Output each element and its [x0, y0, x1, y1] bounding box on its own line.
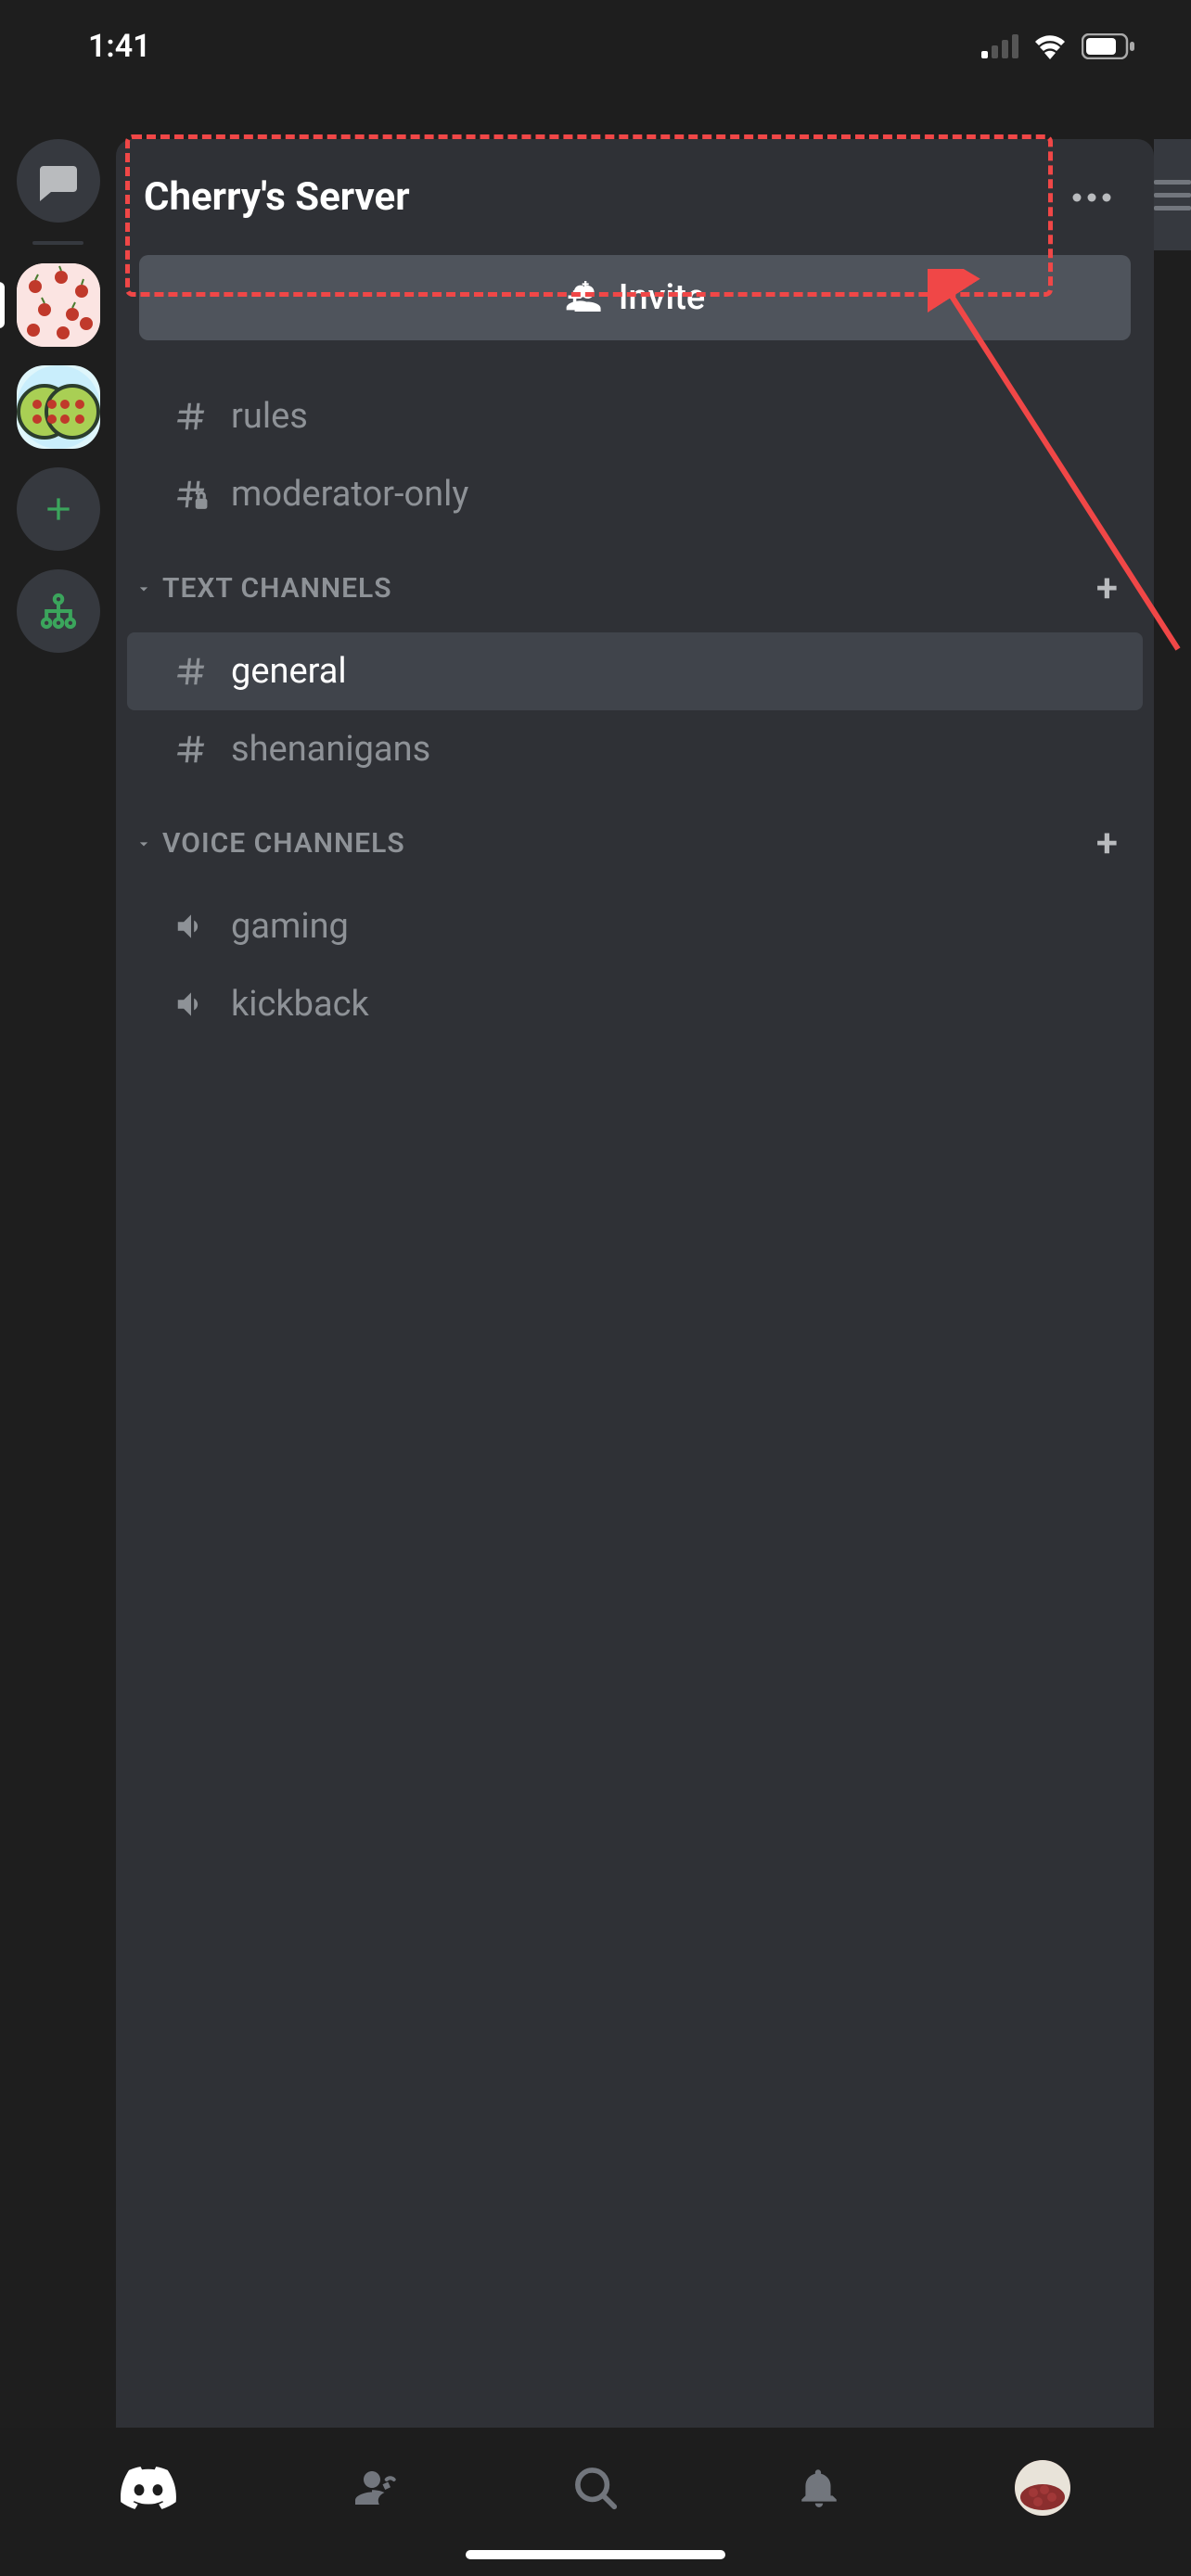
hash-icon — [172, 399, 211, 434]
wifi-icon — [1031, 33, 1069, 59]
channel-moderator-only[interactable]: moderator-only — [127, 455, 1143, 533]
hash-icon — [172, 654, 211, 689]
plus-icon — [40, 491, 77, 528]
home-indicator — [466, 2550, 725, 2559]
direct-messages-button[interactable] — [17, 139, 100, 223]
rail-separator — [32, 241, 83, 245]
channel-label: kickback — [231, 984, 1115, 1025]
invite-button[interactable]: Invite — [139, 255, 1131, 340]
server-rail — [0, 0, 116, 2428]
hub-tree-icon — [38, 591, 79, 631]
tab-search[interactable] — [554, 2446, 637, 2530]
category-text-channels[interactable]: TEXT CHANNELS + — [116, 533, 1154, 632]
speaker-icon — [172, 987, 211, 1022]
add-channel-button[interactable]: + — [1087, 561, 1128, 616]
selected-server-indicator — [0, 282, 5, 328]
search-icon — [570, 2463, 621, 2513]
tab-profile[interactable] — [1001, 2446, 1084, 2530]
channel-panel: Cherry's Server Invite — [116, 139, 1154, 2428]
add-server-button[interactable] — [17, 467, 100, 551]
chat-bubble-icon — [36, 159, 81, 203]
channel-label: gaming — [231, 906, 1115, 947]
status-time: 1:41 — [88, 28, 151, 65]
speaker-icon — [172, 909, 211, 944]
server-options-button[interactable] — [1071, 192, 1112, 203]
server-avatar-cherries[interactable] — [17, 263, 100, 347]
ellipsis-icon — [1071, 192, 1112, 203]
tab-home[interactable] — [107, 2446, 190, 2530]
channel-rules[interactable]: rules — [127, 377, 1143, 455]
profile-avatar — [1015, 2460, 1070, 2516]
student-hub-button[interactable] — [17, 569, 100, 653]
chevron-down-icon — [134, 580, 153, 598]
tab-friends[interactable] — [330, 2446, 414, 2530]
channel-label: moderator-only — [231, 474, 1115, 515]
friends-wave-icon — [347, 2463, 397, 2513]
add-channel-button[interactable]: + — [1087, 816, 1128, 871]
discord-logo-icon — [121, 2460, 176, 2516]
server-name: Cherry's Server — [144, 174, 410, 220]
bell-icon — [796, 2465, 842, 2511]
channel-label: general — [231, 651, 1115, 692]
channel-label: shenanigans — [231, 729, 1115, 770]
invite-label: Invite — [619, 277, 705, 318]
server-avatar-citrus[interactable] — [17, 365, 100, 449]
status-icons — [981, 33, 1135, 59]
channel-shenanigans[interactable]: shenanigans — [127, 710, 1143, 788]
voice-channel-gaming[interactable]: gaming — [127, 887, 1143, 965]
voice-channel-kickback[interactable]: kickback — [127, 965, 1143, 1043]
tab-notifications[interactable] — [777, 2446, 861, 2530]
chat-peek-edge[interactable] — [1154, 139, 1191, 250]
hash-lock-icon — [172, 477, 211, 512]
category-label: TEXT CHANNELS — [162, 572, 392, 605]
chevron-down-icon — [134, 835, 153, 853]
status-bar: 1:41 — [0, 0, 1191, 93]
plus-icon: + — [1096, 566, 1119, 611]
category-label: VOICE CHANNELS — [162, 827, 405, 860]
server-header[interactable]: Cherry's Server — [116, 139, 1154, 255]
menu-icon — [1154, 180, 1191, 210]
channel-label: rules — [231, 396, 1115, 437]
add-person-icon — [565, 279, 602, 316]
channel-general[interactable]: general — [127, 632, 1143, 710]
cellular-icon — [981, 34, 1018, 58]
battery-icon — [1082, 33, 1135, 59]
hash-icon — [172, 732, 211, 767]
category-voice-channels[interactable]: VOICE CHANNELS + — [116, 788, 1154, 887]
plus-icon: + — [1096, 821, 1119, 866]
